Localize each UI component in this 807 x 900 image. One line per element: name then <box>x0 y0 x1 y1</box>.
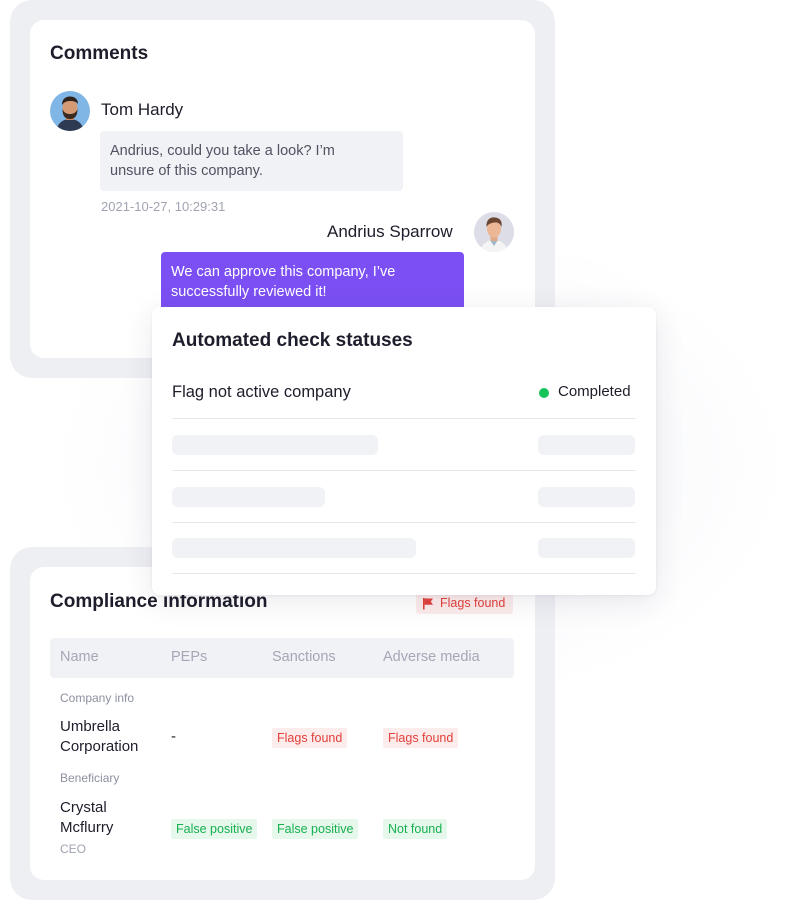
row-divider <box>172 522 636 523</box>
comment-author: Tom Hardy <box>101 100 184 119</box>
section-label: Company info <box>60 691 135 705</box>
check-status: Completed <box>558 383 631 400</box>
skeleton-placeholder <box>172 538 416 558</box>
flags-found-label: Flags found <box>440 596 506 610</box>
column-header-name[interactable]: Name <box>60 649 99 665</box>
skeleton-placeholder <box>172 487 325 507</box>
comment-text-line: successfully reviewed it! <box>171 284 327 300</box>
comment-text-line: unsure of this company. <box>110 163 263 179</box>
entity-name-line: Mcflurry <box>60 819 114 836</box>
column-header-adverse-media[interactable]: Adverse media <box>383 649 480 665</box>
table-header: Name PEPs Sanctions Adverse media <box>50 638 514 678</box>
adverse-media-status: Not found <box>383 819 448 839</box>
row-divider <box>172 418 636 419</box>
comment-bubble: We can approve this company, I’ve succes… <box>161 252 464 314</box>
entity-name-line: Umbrella <box>60 718 121 735</box>
status-dot <box>539 388 549 398</box>
section-label: Beneficiary <box>60 771 120 785</box>
skeleton-placeholder <box>538 487 635 507</box>
flags-found-badge: Flags found <box>416 592 514 614</box>
comments-title: Comments <box>50 43 149 64</box>
skeleton-placeholder <box>538 435 635 455</box>
avatar-andrius-sparrow[interactable] <box>474 212 514 252</box>
peps-status: False positive <box>171 819 258 839</box>
automated-checks-card: Automated check statuses Flag not active… <box>152 307 656 595</box>
avatar-tom-hardy[interactable] <box>50 91 90 131</box>
entity-name[interactable]: Umbrella Corporation <box>60 717 138 757</box>
comment-text-line: Andrius, could you take a look? I’m <box>110 143 335 159</box>
column-header-sanctions[interactable]: Sanctions <box>272 649 336 665</box>
flag-icon <box>423 597 433 609</box>
comment-author: Andrius Sparrow <box>327 222 453 241</box>
sanctions-status: Flags found <box>272 728 348 748</box>
comment-text-line: We can approve this company, I’ve <box>171 264 396 280</box>
adverse-media-status: Flags found <box>383 728 459 748</box>
skeleton-placeholder <box>172 435 378 455</box>
sanctions-status: False positive <box>272 819 359 839</box>
row-divider <box>172 470 636 471</box>
entity-name[interactable]: Crystal Mcflurry <box>60 798 113 838</box>
check-name[interactable]: Flag not active company <box>172 383 351 402</box>
compliance-card: Compliance information Flags found Name … <box>30 567 535 880</box>
comment-timestamp: 2021-10-27, 10:29:31 <box>101 199 226 214</box>
entity-name-line: Crystal <box>60 799 107 816</box>
automated-checks-title: Automated check statuses <box>172 330 413 351</box>
entity-role: CEO <box>60 842 87 856</box>
column-header-peps[interactable]: PEPs <box>171 649 207 665</box>
entity-name-line: Corporation <box>60 738 139 755</box>
skeleton-placeholder <box>538 538 635 558</box>
row-divider <box>172 573 636 574</box>
comment-bubble: Andrius, could you take a look? I’m unsu… <box>100 131 403 191</box>
peps-value: - <box>171 728 176 745</box>
